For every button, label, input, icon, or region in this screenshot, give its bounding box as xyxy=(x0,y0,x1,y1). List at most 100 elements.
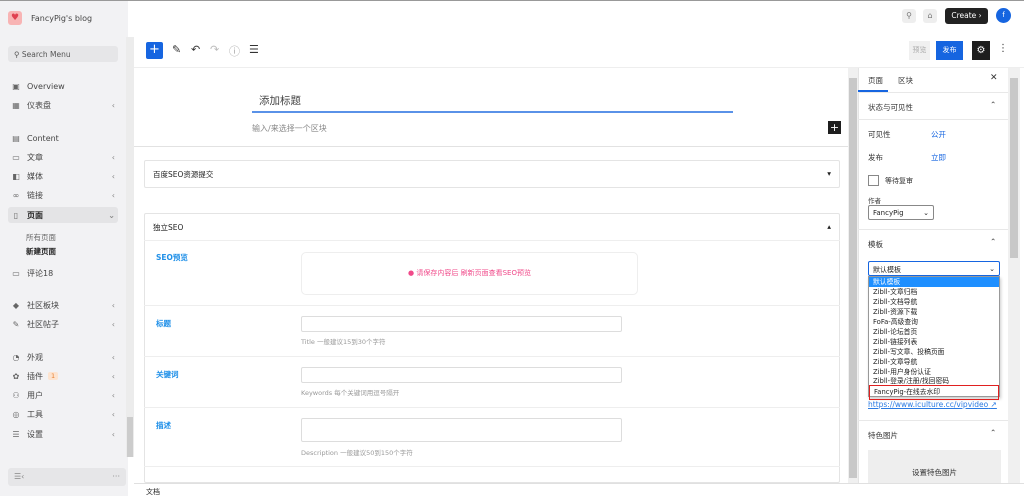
label: 媒体 xyxy=(27,171,43,181)
block-hint[interactable]: 输入/来选择一个区块 xyxy=(252,123,327,134)
footer-breadcrumb[interactable]: 文档 xyxy=(134,483,1024,496)
caret-up-icon[interactable]: ▴ xyxy=(827,222,831,232)
seo-title-help: Title 一般建议15到30个字符 xyxy=(301,338,386,346)
home-icon[interactable]: ⌂ xyxy=(923,9,937,23)
undo-icon[interactable]: ↶ xyxy=(191,43,200,56)
sidebar-item-settings[interactable]: ☰ 设置 ‹ xyxy=(8,426,118,442)
close-icon[interactable]: ✕ xyxy=(990,73,998,83)
template-option-highlighted[interactable]: FancyPig-在线去水印 xyxy=(869,385,999,400)
sidebar-subitem-new-page[interactable]: 新建页面 xyxy=(26,246,56,257)
sidebar-item-plugins[interactable]: ✿ 插件 1 ‹ xyxy=(8,368,118,384)
template-option[interactable]: Zibll-文章导航 xyxy=(869,357,999,367)
site-name[interactable]: FancyPig's blog xyxy=(31,14,92,23)
author-select[interactable]: FancyPig ⌄ xyxy=(868,205,934,220)
label: Content xyxy=(27,133,59,143)
keywords-input[interactable] xyxy=(301,367,622,383)
seo-preview-message: 请保存内容后 刷新页面查看SEO预览 xyxy=(416,269,531,277)
tab-block[interactable]: 区块 xyxy=(898,75,913,86)
sidebar-item-overview[interactable]: ▣ Overview xyxy=(8,78,118,94)
chevron-up-icon[interactable]: ⌃ xyxy=(990,100,996,109)
label: 文章 xyxy=(27,152,43,162)
pencil-icon[interactable]: ✎ xyxy=(172,43,181,56)
sidebar-subitem-all-pages[interactable]: 所有页面 xyxy=(26,232,56,243)
set-featured-image-button[interactable]: 设置特色图片 xyxy=(868,450,1001,483)
chevron-up-icon[interactable]: ⌃ xyxy=(990,428,996,437)
seo-title-input[interactable] xyxy=(301,316,622,332)
sidebar-item-comments[interactable]: ▭ 评论18 xyxy=(8,265,118,281)
description-textarea[interactable] xyxy=(301,418,622,442)
sidebar-item-topics[interactable]: ✎ 社区帖子 ‹ xyxy=(8,316,118,332)
tab-page[interactable]: 页面 xyxy=(868,75,883,86)
template-heading[interactable]: 模板 xyxy=(868,239,883,250)
sidebar-item-posts[interactable]: ▭ 文章 ‹ xyxy=(8,149,118,165)
image-icon: ▤ xyxy=(12,133,20,143)
title-input[interactable]: 添加标题 xyxy=(252,93,733,113)
add-block-button[interactable]: + xyxy=(146,42,163,59)
forum-icon: ◆ xyxy=(12,300,20,310)
sidebar-item-pages[interactable]: ▯ 页面 ⌄ xyxy=(8,207,118,223)
pending-review-checkbox[interactable] xyxy=(868,175,879,186)
settings-icon: ☰ xyxy=(12,429,20,439)
search-icon[interactable]: ⚲ xyxy=(902,9,916,23)
featured-image-heading[interactable]: 特色图片 xyxy=(868,430,898,441)
admin-sidebar: ♥ FancyPig's blog ⚲ Search Menu ▣ Overvie… xyxy=(0,0,128,496)
publish-button[interactable]: 发布 xyxy=(936,41,963,60)
redo-icon[interactable]: ↷ xyxy=(210,43,219,56)
chevron-down-icon: ⌄ xyxy=(923,209,929,217)
search-placeholder: Search Menu xyxy=(21,50,71,59)
chevron-left-icon: ‹ xyxy=(111,152,115,162)
sidebar-item-media[interactable]: ◧ 媒体 ‹ xyxy=(8,168,118,184)
visibility-value[interactable]: 公开 xyxy=(931,129,946,140)
sidebar-item-content[interactable]: ▤ Content xyxy=(8,130,118,146)
info-icon[interactable]: ⓘ xyxy=(229,43,240,59)
settings-gear-icon[interactable]: ⚙ xyxy=(972,41,990,60)
sidebar-item-links[interactable]: ∞ 链接 ‹ xyxy=(8,187,118,203)
settings-scrollbar[interactable] xyxy=(1008,68,1020,483)
template-option[interactable]: FoFa-高级查询 xyxy=(869,317,999,327)
editor-scrollbar[interactable] xyxy=(848,68,858,483)
sidebar-item-forum[interactable]: ◆ 社区板块 ‹ xyxy=(8,297,118,313)
template-option[interactable]: Zibll-用户身份认证 xyxy=(869,367,999,377)
preview-button[interactable]: 预览 xyxy=(909,41,930,60)
template-option[interactable]: Zibll-资源下载 xyxy=(869,307,999,317)
baidu-seo-panel[interactable]: 百度SEO资源提交 ▾ xyxy=(144,160,840,188)
create-button[interactable]: Create › xyxy=(945,8,988,24)
divider xyxy=(858,92,1008,93)
sidebar-item-appearance[interactable]: ◔ 外观 ‹ xyxy=(8,349,118,365)
publish-value[interactable]: 立即 xyxy=(931,152,946,163)
inline-add-block-button[interactable]: + xyxy=(828,121,841,134)
keywords-label: 关键词 xyxy=(156,370,179,379)
row-divider xyxy=(144,356,840,357)
template-option[interactable]: Zibll-论坛首页 xyxy=(869,327,999,337)
template-option[interactable]: Zibll-文档导航 xyxy=(869,297,999,307)
search-menu-input[interactable]: ⚲ Search Menu xyxy=(8,46,118,62)
template-option[interactable]: Zibll-文章归档 xyxy=(869,287,999,297)
list-view-icon[interactable]: ☰ xyxy=(249,43,259,56)
chart-icon: ▣ xyxy=(12,81,20,91)
template-option[interactable]: Zibll-链接列表 xyxy=(869,337,999,347)
collapse-menu-button[interactable]: ☰‹ ··· xyxy=(8,468,126,486)
more-options-icon[interactable]: ⋮ xyxy=(998,43,1008,54)
caret-down-icon[interactable]: ▾ xyxy=(827,169,831,179)
panel-title: 百度SEO资源提交 xyxy=(153,170,214,179)
avatar[interactable]: f xyxy=(996,8,1011,23)
sidebar-item-dashboard[interactable]: ▦ 仪表盘 ‹ xyxy=(8,97,118,113)
sidebar-scrollbar[interactable] xyxy=(126,37,134,457)
template-select[interactable]: 默认模板 ⌄ xyxy=(868,261,1000,276)
status-visibility-heading[interactable]: 状态与可见性 xyxy=(868,102,913,113)
template-option[interactable]: Zibll-写文章、投稿页面 xyxy=(869,347,999,357)
label: 评论18 xyxy=(27,268,54,278)
seo-title-label: 标题 xyxy=(156,319,171,328)
chevron-up-icon[interactable]: ⌃ xyxy=(990,237,996,246)
label: 链接 xyxy=(27,190,43,200)
palette-icon: ◔ xyxy=(12,352,20,362)
template-option[interactable]: 默认模板 xyxy=(869,277,999,287)
update-badge: 1 xyxy=(48,372,59,380)
template-link[interactable]: https://www.iculture.cc/vipvideo ↗ xyxy=(868,400,997,409)
sidebar-item-tools[interactable]: ◎ 工具 ‹ xyxy=(8,406,118,422)
grid-icon: ▦ xyxy=(12,100,20,110)
publish-label: 发布 xyxy=(868,153,883,162)
search-icon: ⚲ xyxy=(14,50,22,59)
sidebar-item-users[interactable]: ⚇ 用户 ‹ xyxy=(8,387,118,403)
template-option[interactable]: Zibll-登录/注册/找回密码 xyxy=(869,377,999,384)
